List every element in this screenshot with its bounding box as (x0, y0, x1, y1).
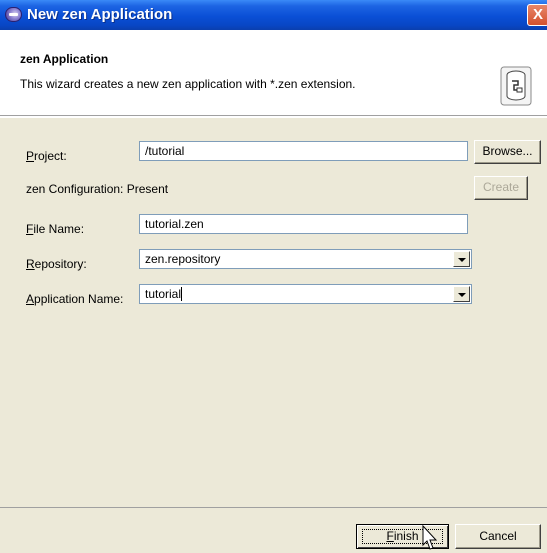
file-name-label: File Name: (26, 222, 85, 236)
configuration-status: Present (126, 182, 169, 196)
application-name-dropdown-icon[interactable] (453, 286, 470, 302)
wizard-description: This wizard creates a new zen applicatio… (20, 77, 356, 91)
app-icon (5, 7, 22, 22)
close-button[interactable]: X (527, 4, 547, 26)
configuration-label: zen Configuration: Present (26, 182, 169, 196)
database-wizard-icon (500, 66, 532, 106)
file-name-input[interactable]: tutorial.zen (139, 214, 468, 234)
browse-button[interactable]: Browse... (474, 140, 541, 164)
wizard-title: zen Application (20, 52, 109, 66)
repository-label: Repository: (26, 257, 87, 271)
wizard-content: Project: /tutorial Browse... zen Configu… (0, 117, 547, 507)
application-name-select[interactable]: tutorial (139, 284, 472, 304)
cancel-button[interactable]: Cancel (455, 524, 541, 549)
text-caret (181, 287, 183, 301)
window-title: New zen Application (27, 6, 173, 23)
mouse-pointer-icon (422, 525, 438, 550)
wizard-footer: Finish Cancel (0, 507, 547, 553)
wizard-banner: zen Application This wizard creates a ne… (0, 30, 547, 116)
project-input[interactable]: /tutorial (139, 141, 468, 161)
repository-select[interactable]: zen.repository (139, 249, 472, 269)
window-titlebar[interactable]: New zen Application X (0, 0, 547, 30)
repository-dropdown-icon[interactable] (453, 251, 470, 267)
application-name-label: Application Name: (26, 292, 124, 306)
project-label: Project: (26, 149, 67, 163)
create-button[interactable]: Create (474, 176, 528, 200)
